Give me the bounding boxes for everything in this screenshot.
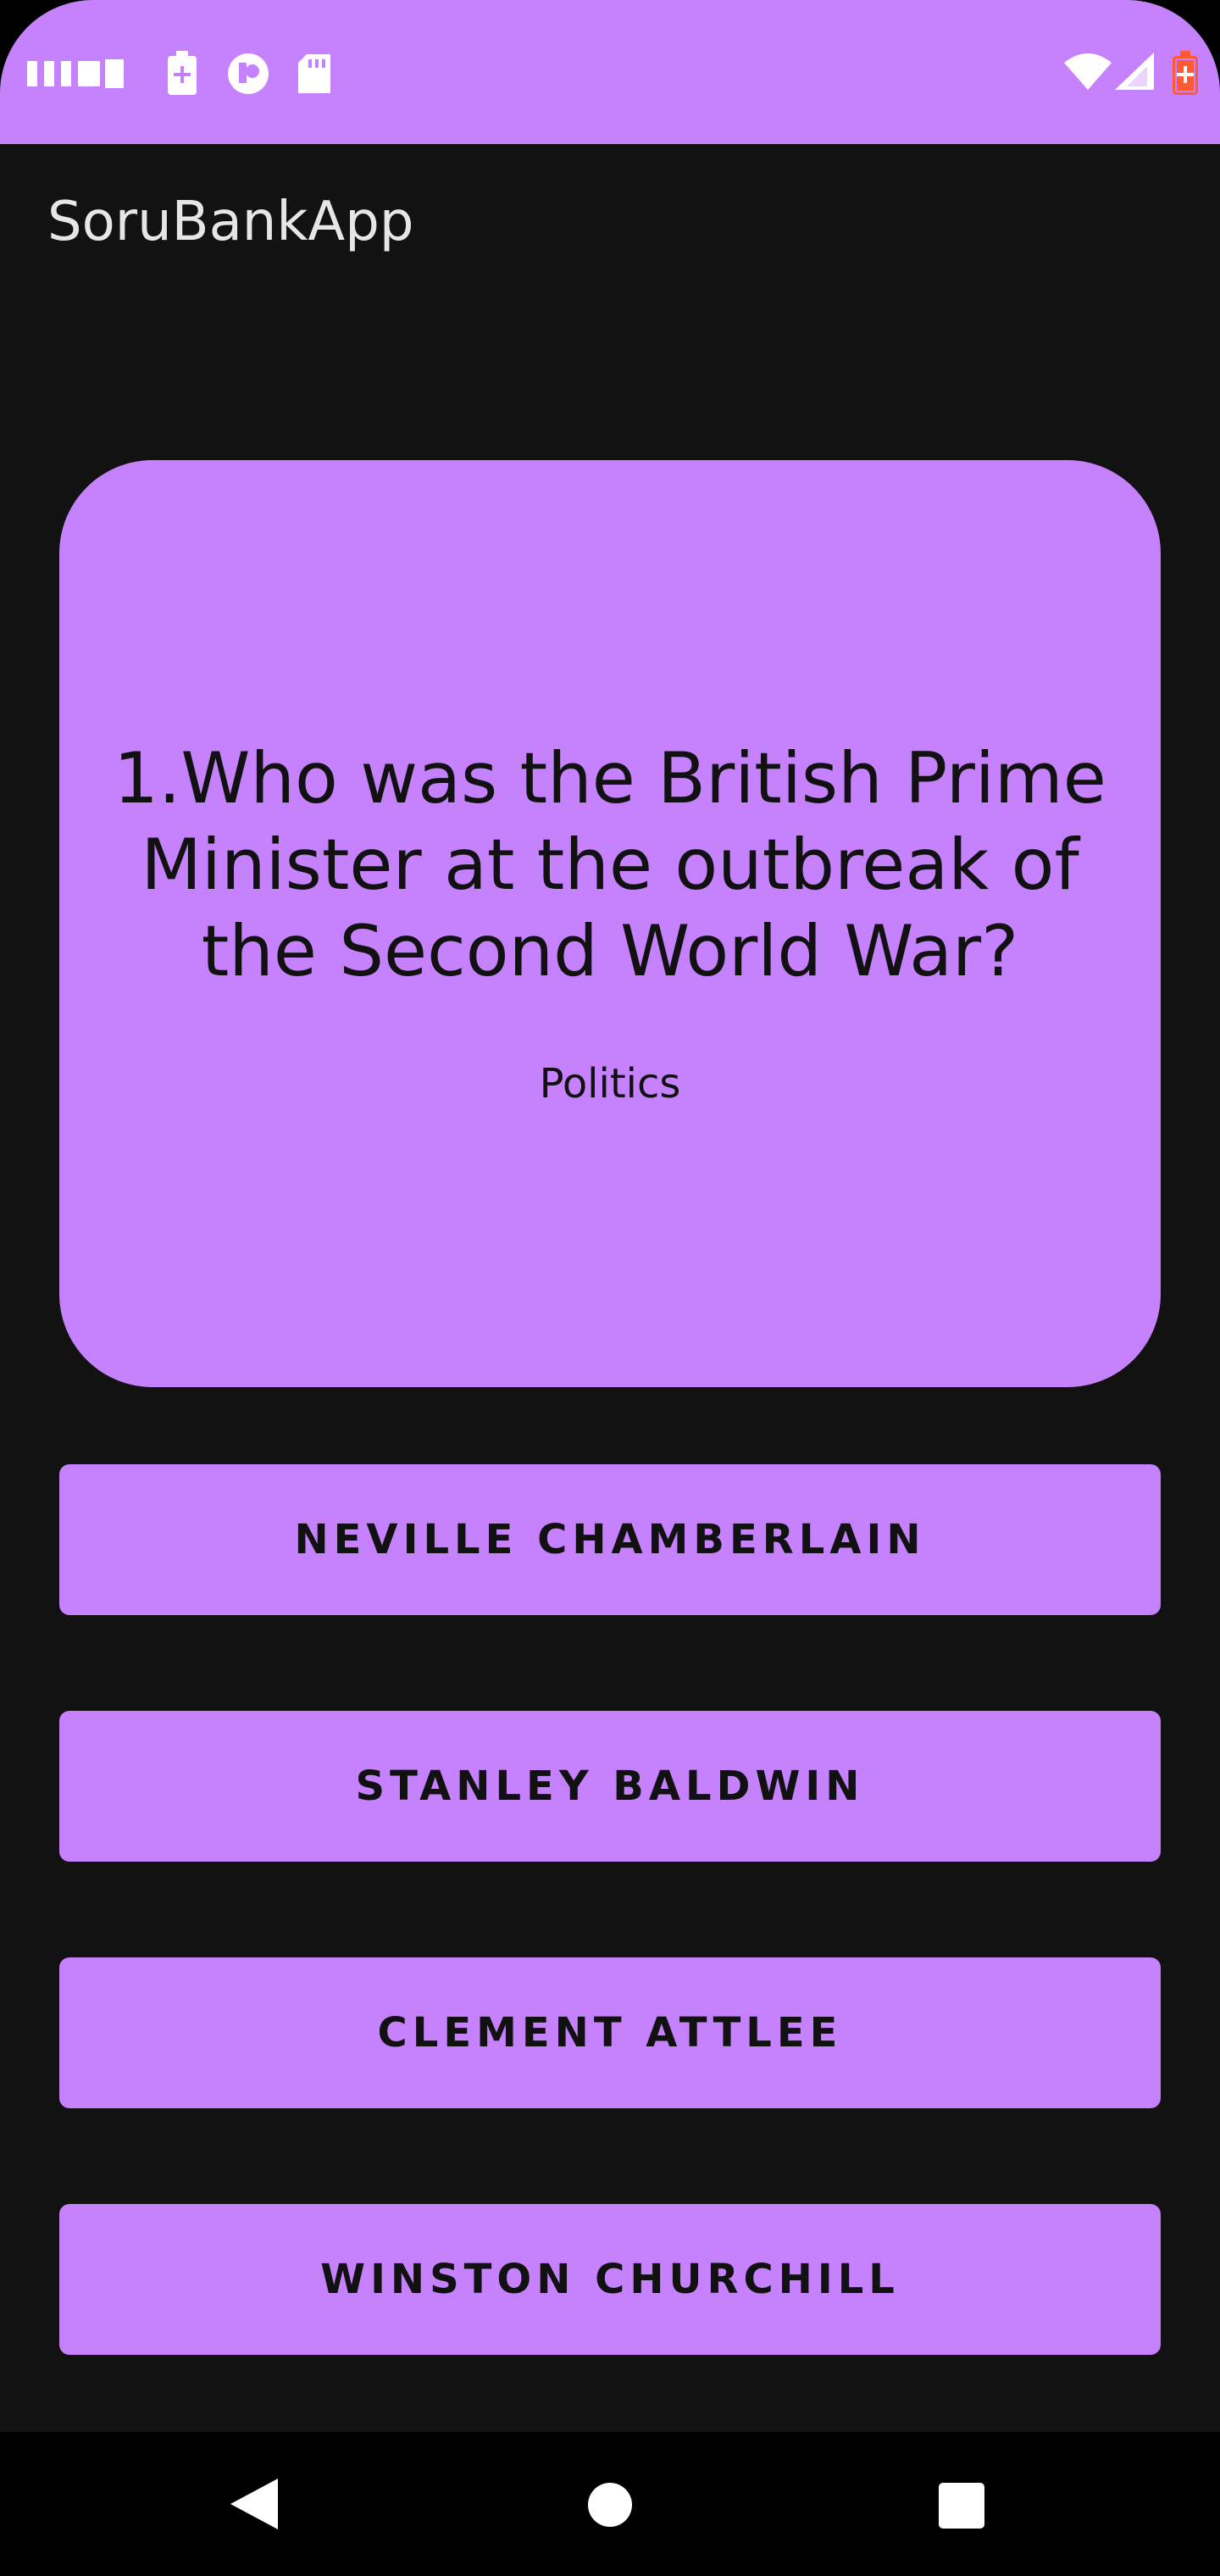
answer-button-2[interactable]: STANLEY BALDWIN <box>59 1711 1161 1862</box>
wifi-icon <box>1064 53 1112 90</box>
recents-icon[interactable] <box>939 2483 984 2529</box>
app-screen: SoruBankApp 1.Who was the British Prime … <box>0 0 1220 2576</box>
status-bar <box>0 0 1220 144</box>
answer-button-3[interactable]: CLEMENT ATTLEE <box>59 1957 1161 2108</box>
back-icon[interactable] <box>230 2479 278 2529</box>
battery-charging-icon <box>1173 51 1198 95</box>
question-text: 1.Who was the British Prime Minister at … <box>114 737 1106 992</box>
sd-card-icon <box>298 54 330 93</box>
cell-signal-icon <box>1115 53 1154 90</box>
answer-label: WINSTON CHURCHILL <box>320 2256 900 2303</box>
question-card: 1.Who was the British Prime Minister at … <box>59 460 1161 1387</box>
answer-label: NEVILLE CHAMBERLAIN <box>294 1516 926 1563</box>
question-category: Politics <box>539 1060 681 1108</box>
signal-bars-icon <box>27 59 124 88</box>
answer-label: STANLEY BALDWIN <box>355 1763 865 1810</box>
answer-button-4[interactable]: WINSTON CHURCHILL <box>59 2204 1161 2355</box>
answer-label: CLEMENT ATTLEE <box>377 2009 843 2057</box>
answer-button-1[interactable]: NEVILLE CHAMBERLAIN <box>59 1464 1161 1615</box>
app-title: SoruBankApp <box>47 191 414 253</box>
home-icon[interactable] <box>586 2481 634 2529</box>
battery-saver-icon <box>168 51 197 95</box>
app-notification-icon <box>228 53 269 94</box>
